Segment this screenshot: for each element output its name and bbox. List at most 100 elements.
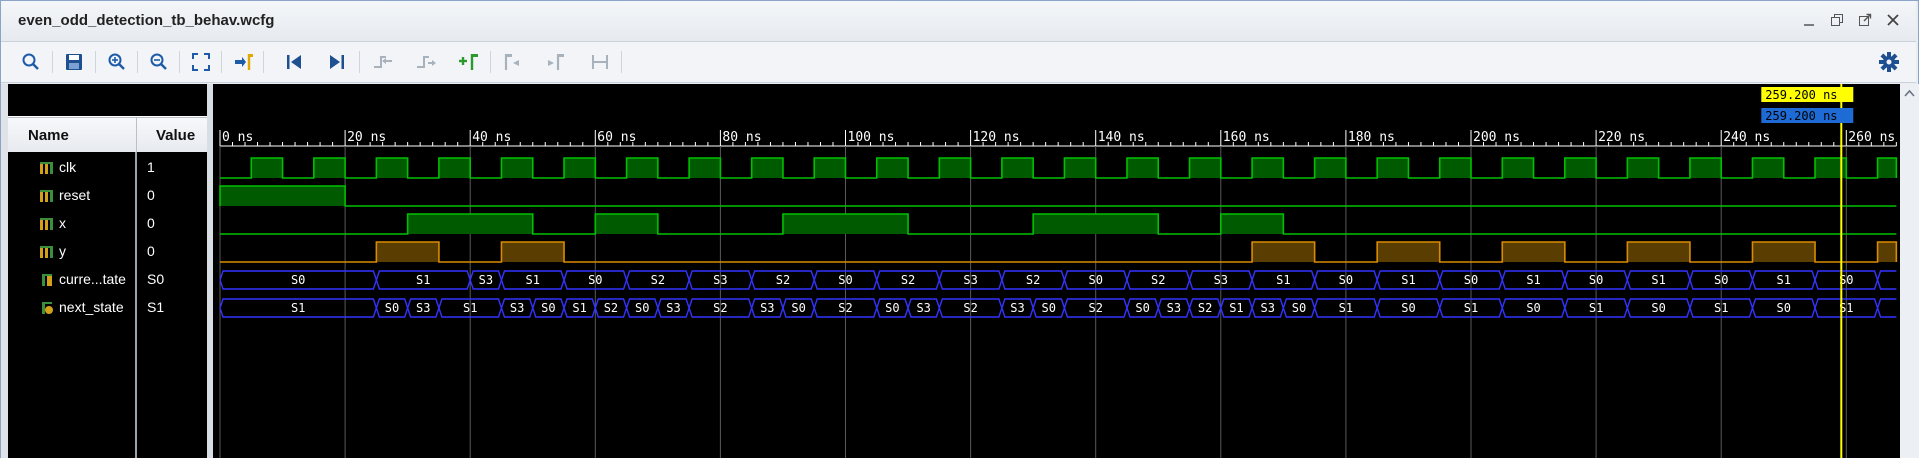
signal-row-x[interactable]: x 0 [8, 210, 207, 238]
clk-wave-high-fill [564, 158, 596, 178]
goto-start-button[interactable] [280, 48, 308, 76]
waveform-svg[interactable]: 0 ns 20 ns 40 ns 60 ns 80 ns 100 ns 120 ns 140 … [213, 84, 1900, 458]
current-state-bus-value-label: S2 [901, 273, 915, 287]
clk-wave-high-fill [438, 158, 471, 178]
float-icon[interactable] [1856, 10, 1874, 30]
next-state-bus-value-label: S0 [635, 301, 649, 315]
clk-wave-high-fill [1126, 158, 1159, 178]
ruler-label: 200 ns [1473, 130, 1520, 145]
zoom-out-icon [150, 53, 167, 70]
next-state-bus-value-label: S3 [416, 301, 430, 315]
clk-wave-high-fill [1439, 158, 1471, 178]
settings-button[interactable] [1876, 49, 1902, 75]
signal-value: 0 [147, 215, 155, 231]
save-button[interactable] [60, 48, 88, 76]
next-state-bus-value-label: S3 [666, 301, 680, 315]
previous-transition-button[interactable] [369, 48, 397, 76]
value-column-header[interactable]: Value [156, 127, 195, 144]
next-state-bus-value-label: S3 [1167, 301, 1181, 315]
current-state-bus-value-label: S2 [1151, 273, 1165, 287]
reset-wave-high-fill [220, 186, 346, 206]
save-icon [66, 54, 82, 70]
bus-signal-icon [42, 274, 52, 286]
clk-wave-high-fill [376, 158, 408, 178]
swap-cursors-icon [592, 55, 608, 69]
goto-end-button[interactable] [323, 48, 351, 76]
title-bar: even_odd_detection_tb_behav.wcfg [1, 1, 1916, 42]
next-state-bus-value-label: S0 [885, 301, 899, 315]
current-state-bus-value-label: S0 [588, 273, 602, 287]
left-edge [1, 84, 8, 458]
next-state-bus-value-label: S0 [385, 301, 399, 315]
next-marker-button[interactable] [541, 48, 569, 76]
ruler-label: 60 ns [597, 130, 636, 145]
clk-wave-high-fill [1627, 158, 1659, 178]
clk-wave-high-fill [814, 158, 846, 178]
clk-wave-high-fill [751, 158, 783, 178]
next-state-bus-value-label: S3 [760, 301, 774, 315]
ruler-label: 80 ns [722, 130, 761, 145]
signal-name: x [59, 215, 66, 231]
current-state-bus-value-label: S3 [1214, 273, 1228, 287]
vertical-scrollbar[interactable] [1900, 84, 1919, 458]
current-state-bus-value-label: S2 [1026, 273, 1040, 287]
add-marker-button[interactable] [455, 48, 483, 76]
minimize-icon[interactable] [1800, 10, 1818, 30]
signal-value: 1 [147, 159, 155, 175]
scroll-up-icon[interactable] [1900, 84, 1919, 104]
ruler-label: 180 ns [1348, 130, 1395, 145]
next-state-bus-value-label: S2 [963, 301, 977, 315]
y-wave-high-fill [376, 242, 439, 262]
next-state-bus-value-label: S3 [1260, 301, 1274, 315]
restore-icon[interactable] [1828, 10, 1846, 30]
signal-name: y [59, 243, 66, 259]
close-icon[interactable] [1884, 10, 1902, 30]
ruler-label: 220 ns [1598, 130, 1645, 145]
name-column-header[interactable]: Name [28, 127, 69, 144]
clk-wave-high-fill [1377, 158, 1409, 178]
bit-signal-icon [40, 190, 53, 202]
swap-cursors-button[interactable] [586, 48, 614, 76]
zoom-in-button[interactable] [103, 48, 131, 76]
clk-wave-high-fill [1877, 158, 1897, 178]
wave-toolbar [1, 42, 1916, 83]
current-state-bus-value-label: S1 [1401, 273, 1415, 287]
signal-name: curre...tate [59, 271, 126, 287]
next-state-bus-value-label: S2 [1088, 301, 1102, 315]
previous-marker-button[interactable] [498, 48, 526, 76]
cursor-time-label: 259.200 ns [1765, 88, 1837, 102]
signal-row-next-state[interactable]: next_state S1 [8, 294, 207, 322]
next-state-bus-value-label: S0 [1651, 301, 1665, 315]
current-state-bus-segment [1876, 270, 1897, 290]
signal-row-y[interactable]: y 0 [8, 238, 207, 266]
next-state-bus-value-label: S3 [1010, 301, 1024, 315]
search-button[interactable] [17, 48, 45, 76]
goto-cursor-icon [235, 54, 253, 70]
zoom-out-button[interactable] [145, 48, 173, 76]
zoom-fit-button[interactable] [187, 48, 215, 76]
ruler-label: 40 ns [472, 130, 511, 145]
goto-cursor-button[interactable] [229, 48, 257, 76]
signal-value: 0 [147, 243, 155, 259]
signal-row-reset[interactable]: reset 0 [8, 182, 207, 210]
current-state-bus-value-label: S3 [713, 273, 727, 287]
next-transition-button[interactable] [412, 48, 440, 76]
next-state-bus-value-label: S0 [1135, 301, 1149, 315]
signal-list: clk 1 reset 0 x 0 y 0 curre...tate S0 ne… [8, 152, 207, 458]
bit-signal-icon [40, 162, 53, 174]
next-state-bus-value-label: S1 [1464, 301, 1478, 315]
goto-end-icon [330, 55, 344, 69]
x-wave-high-fill [782, 214, 909, 234]
signal-row-clk[interactable]: clk 1 [8, 154, 207, 182]
current-state-bus-value-label: S0 [1589, 273, 1603, 287]
ruler-label: 140 ns [1098, 130, 1145, 145]
x-wave-high-fill [1220, 214, 1284, 234]
clk-wave-high-fill [1001, 158, 1034, 178]
next-state-bus-value-label: S1 [1714, 301, 1728, 315]
bit-signal-icon [40, 218, 53, 230]
current-state-bus-value-label: S1 [1276, 273, 1290, 287]
waveform-canvas[interactable]: 0 ns 20 ns 40 ns 60 ns 80 ns 100 ns 120 ns 140 … [213, 84, 1919, 458]
signal-row-current-state[interactable]: curre...tate S0 [8, 266, 207, 294]
next-state-bus-value-label: S0 [1042, 301, 1056, 315]
x-wave-high-fill [1033, 214, 1159, 234]
